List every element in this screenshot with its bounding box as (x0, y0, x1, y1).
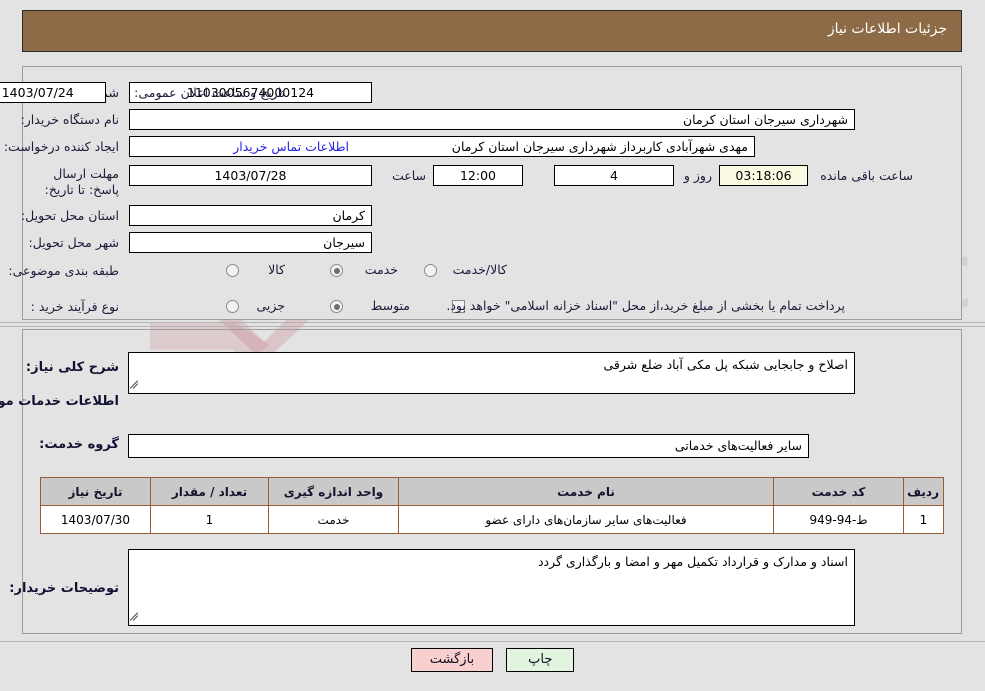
footer-button-bar: چاپ بازگشت (0, 648, 985, 672)
announce-datetime-label: تاریخ و ساعت اعلان عمومی: (134, 85, 285, 100)
cell-unit: خدمت (268, 505, 399, 534)
page-title: جزئیات اطلاعات نیاز (827, 21, 947, 37)
remaining-days-value: 4 (554, 165, 674, 186)
city-value: سیرجان (129, 232, 372, 253)
province-label: استان محل تحویل: (20, 208, 119, 223)
deadline-hour-label: ساعت (391, 168, 426, 183)
remaining-suffix-label: ساعت باقی مانده (820, 168, 913, 183)
items-table-wrapper: ردیف کد خدمت نام خدمت واحد اندازه گیری ت… (40, 477, 944, 534)
buyer-contact-link[interactable]: اطلاعات تماس خریدار (233, 139, 349, 154)
creator-label: ایجاد کننده درخواست: (3, 139, 119, 154)
radio-process-motevasset[interactable] (330, 300, 343, 313)
buyer-org-label: نام دستگاه خریدار: (20, 112, 119, 127)
general-description-label: شرح کلی نیاز: (25, 360, 119, 375)
print-button[interactable]: چاپ (506, 648, 575, 672)
treasury-bond-note: پرداخت تمام یا بخشی از مبلغ خرید،از محل … (446, 298, 845, 313)
radio-category-khedmat-label: خدمت (364, 262, 398, 277)
radio-category-kala-label: کالا (268, 262, 285, 277)
province-value: کرمان (129, 205, 372, 226)
divider-top-2 (0, 326, 985, 327)
col-header-unit: واحد اندازه گیری (268, 477, 399, 506)
cell-code: ط-94-949 (773, 505, 904, 534)
remaining-time-value: 03:18:06 (719, 165, 808, 186)
deadline-hour-value: 12:00 (433, 165, 523, 186)
items-table: ردیف کد خدمت نام خدمت واحد اندازه گیری ت… (40, 477, 944, 534)
general-description-textarea[interactable]: اصلاح و جابجایی شبکه پل مکی آباد ضلع شرق… (128, 352, 855, 394)
city-label: شهر محل تحویل: (28, 235, 119, 250)
buyer-org-value: شهرداری سیرجان استان کرمان (129, 109, 855, 130)
deadline-date-value: 1403/07/28 (129, 165, 372, 186)
table-row: 1 ط-94-949 فعالیت‌های سایر سازمان‌های دا… (40, 505, 944, 534)
remaining-days-label: روز و (683, 168, 712, 183)
col-header-row: ردیف (903, 477, 944, 506)
radio-process-jozee-label: جزیی (256, 298, 285, 313)
services-section-heading: اطلاعات خدمات مورد نیاز (0, 394, 119, 409)
back-button[interactable]: بازگشت (410, 648, 494, 672)
deadline-label: مهلت ارسال پاسخ: تا تاریخ: (44, 166, 119, 197)
col-header-code: کد خدمت (773, 477, 904, 506)
category-label: طبقه بندی موضوعی: (8, 263, 119, 278)
divider-top (0, 322, 985, 323)
process-type-label: نوع فرآیند خرید : (30, 299, 119, 314)
radio-process-jozee[interactable] (226, 300, 239, 313)
items-table-header-row: ردیف کد خدمت نام خدمت واحد اندازه گیری ت… (40, 477, 944, 506)
col-header-need-date: تاریخ نیاز (40, 477, 151, 506)
service-group-value: سایر فعالیت‌های خدماتی (128, 434, 809, 458)
page-header: جزئیات اطلاعات نیاز (22, 10, 962, 52)
creator-value: مهدی شهرآبادی کاربرداز شهرداری سیرجان اس… (129, 136, 755, 157)
announce-datetime-value: 1403/07/24 - 07:52 (0, 82, 106, 103)
radio-category-kala-khedmat[interactable] (424, 264, 437, 277)
service-group-label: گروه خدمت: (39, 437, 119, 452)
col-header-name: نام خدمت (398, 477, 774, 506)
cell-row: 1 (903, 505, 944, 534)
radio-category-kala-khedmat-label: کالا/خدمت (452, 262, 507, 277)
radio-category-khedmat[interactable] (330, 264, 343, 277)
page-root: AriaTender.net جزئیات اطلاعات نیاز شماره… (0, 0, 985, 691)
need-info-panel (22, 66, 962, 320)
cell-quantity: 1 (150, 505, 269, 534)
buyer-notes-label: توضیحات خریدار: (9, 581, 119, 596)
col-header-quantity: تعداد / مقدار (150, 477, 269, 506)
radio-category-kala[interactable] (226, 264, 239, 277)
cell-need-date: 1403/07/30 (40, 505, 151, 534)
divider-bottom (0, 641, 985, 642)
cell-name: فعالیت‌های سایر سازمان‌های دارای عضو (398, 505, 774, 534)
radio-process-motevasset-label: متوسط (370, 298, 410, 313)
buyer-notes-textarea[interactable]: اسناد و مدارک و قرارداد تکمیل مهر و امضا… (128, 549, 855, 626)
